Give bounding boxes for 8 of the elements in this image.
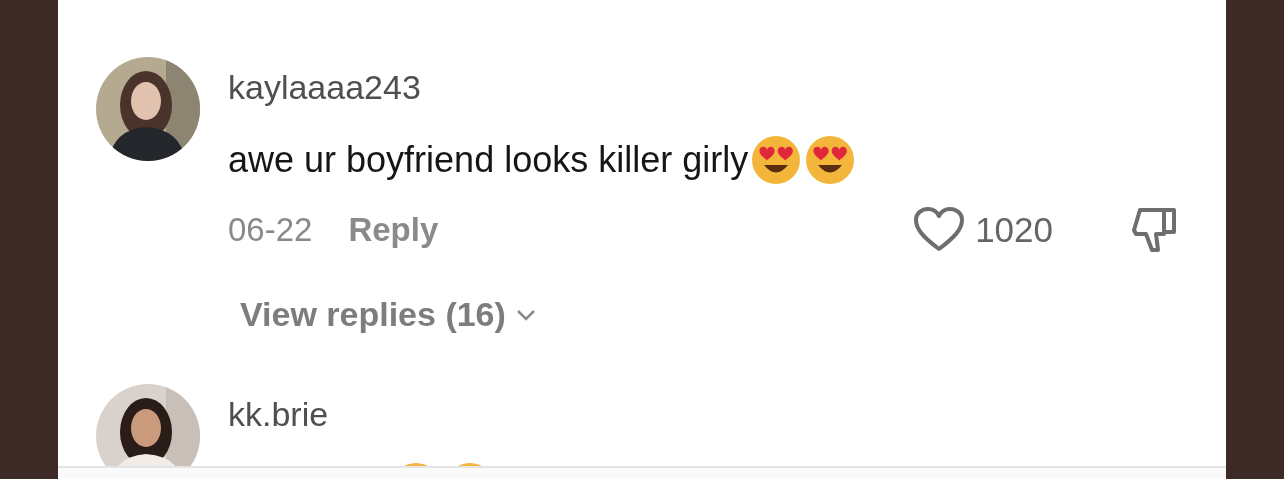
view-replies-button[interactable]: View replies (16) <box>240 295 536 334</box>
like-count: 1020 <box>975 210 1053 250</box>
username[interactable]: kaylaaaa243 <box>228 67 421 107</box>
comment-date: 06-22 <box>228 211 313 249</box>
username[interactable]: kk.brie <box>228 394 329 434</box>
heart-icon[interactable] <box>913 207 966 253</box>
comment-text: awe ur boyfriend looks killer girly <box>228 138 749 182</box>
chevron-down-icon <box>515 308 536 321</box>
